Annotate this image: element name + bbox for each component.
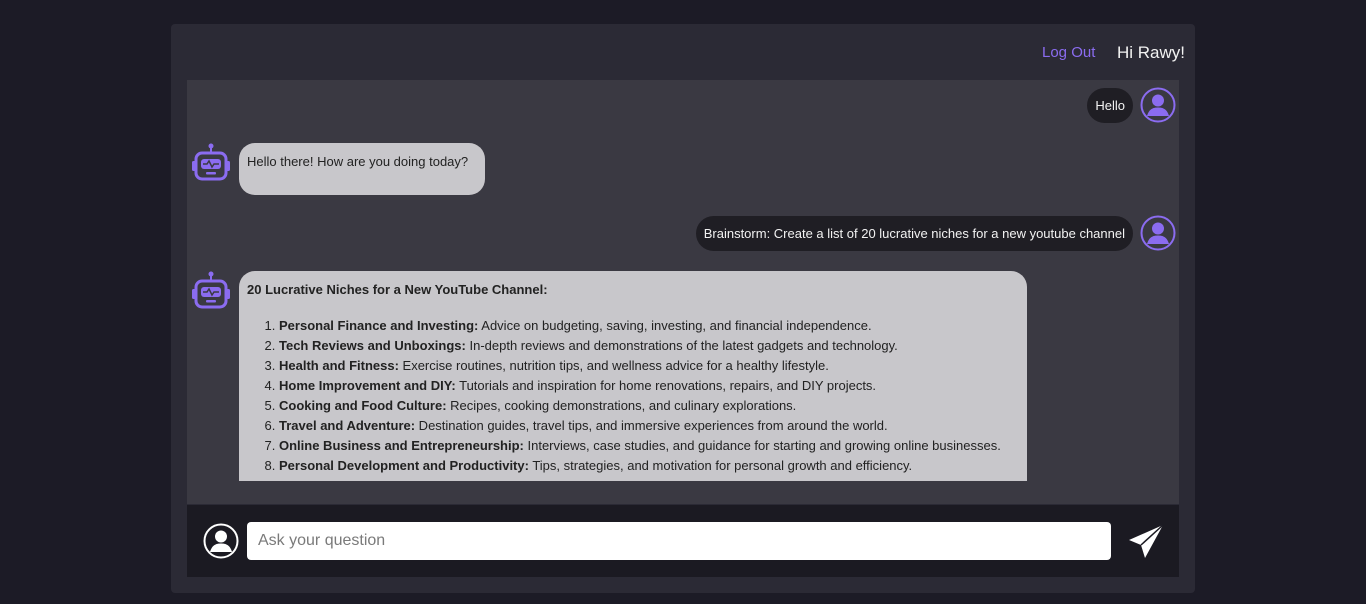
user-avatar-icon (1140, 87, 1176, 123)
list-item-title: Home Improvement and DIY: (279, 378, 456, 393)
list-item: Online Business and Entrepreneurship: In… (279, 436, 1019, 456)
list-item-title: Personal Finance and Investing: (279, 318, 479, 333)
list-item-title: Tech Reviews and Unboxings: (279, 338, 466, 353)
list-item: Cooking and Food Culture: Recipes, cooki… (279, 396, 1019, 416)
input-bar (187, 505, 1179, 577)
list-item-text: Exercise routines, nutrition tips, and w… (398, 358, 829, 373)
list-item-text: Recipes, cooking demonstrations, and cul… (446, 398, 797, 413)
list-item: Travel and Adventure: Destination guides… (279, 416, 1019, 436)
list-item-title: Health and Fitness: (279, 358, 399, 373)
chat-history[interactable]: Hello Hello there! How are you doing tod… (187, 80, 1179, 504)
user-avatar-icon (203, 523, 239, 559)
user-greeting: Hi Rawy! (1117, 43, 1186, 62)
logout-link[interactable]: Log Out (1042, 44, 1095, 61)
bot-message-bubble: Hello there! How are you doing today? (239, 143, 485, 195)
user-message-bubble: Brainstorm: Create a list of 20 lucrativ… (695, 216, 1133, 251)
list-item: Tech Reviews and Unboxings: In-depth rev… (279, 336, 1019, 356)
list-item-title: Cooking and Food Culture: (279, 398, 447, 413)
robot-avatar-icon (190, 270, 232, 312)
user-avatar-icon (1140, 215, 1176, 251)
send-icon[interactable] (1127, 523, 1165, 561)
chat-app-window: Log Out Hi Rawy! Hello Hello there! How … (171, 24, 1195, 593)
list-item-title: Personal Development and Productivity: (279, 458, 529, 473)
list-item-text: Tutorials and inspiration for home renov… (455, 378, 877, 393)
list-item-text: Destination guides, travel tips, and imm… (415, 418, 888, 433)
list-item: Personal Development and Productivity: T… (279, 456, 1019, 476)
bot-message-bubble: 20 Lucrative Niches for a New YouTube Ch… (239, 271, 1027, 481)
list-item-title: Travel and Adventure: (279, 418, 416, 433)
list-item-text: Advice on budgeting, saving, investing, … (478, 318, 872, 333)
robot-avatar-icon (190, 142, 232, 184)
list-item-text: Interviews, case studies, and guidance f… (523, 438, 1001, 453)
niche-list: Personal Finance and Investing: Advice o… (279, 316, 1019, 476)
list-item-text: Tips, strategies, and motivation for per… (528, 458, 913, 473)
question-input[interactable] (247, 522, 1111, 560)
list-item-text: In-depth reviews and demonstrations of t… (465, 338, 898, 353)
list-item-title: Online Business and Entrepreneurship: (279, 438, 524, 453)
list-item: Home Improvement and DIY: Tutorials and … (279, 376, 1019, 396)
message-heading: 20 Lucrative Niches for a New YouTube Ch… (247, 282, 548, 297)
top-bar: Log Out Hi Rawy! (171, 24, 1195, 80)
list-item: Health and Fitness: Exercise routines, n… (279, 356, 1019, 376)
list-item: Personal Finance and Investing: Advice o… (279, 316, 1019, 336)
user-message-bubble: Hello (1087, 88, 1133, 123)
